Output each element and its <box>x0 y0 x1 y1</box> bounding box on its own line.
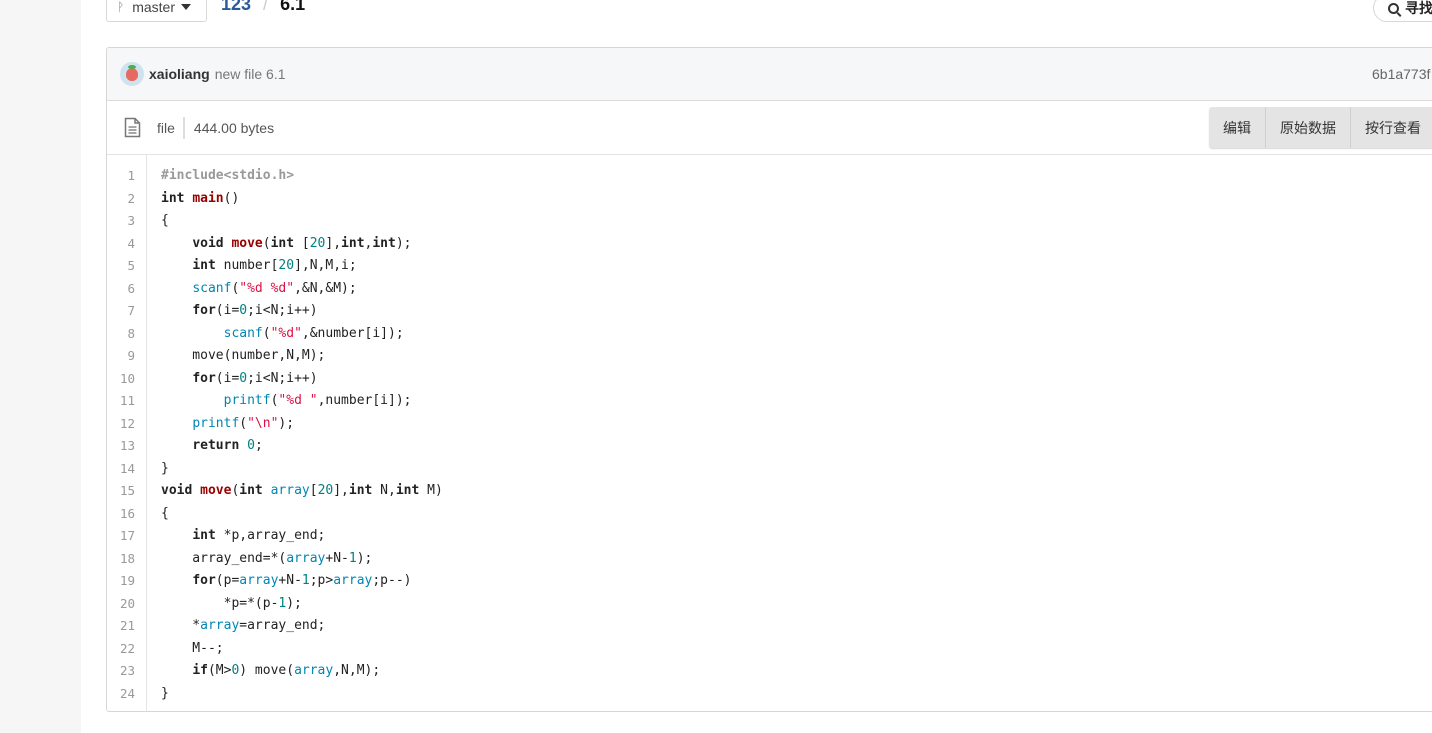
code-line: void move(int [20],int,int); <box>192 235 412 251</box>
line-number[interactable]: 9 <box>107 345 146 368</box>
caret-down-icon <box>181 4 191 10</box>
code-line: int *p,array_end; <box>192 528 326 543</box>
search-icon <box>1388 2 1399 14</box>
line-number[interactable]: 10 <box>107 368 146 391</box>
line-number[interactable]: 1 <box>107 165 146 188</box>
code-line: int number[20],N,M,i; <box>192 258 357 273</box>
code-line: *p=*(p-1); <box>161 595 302 611</box>
code-line: for(p=array+N-1;p>array;p--) <box>192 573 412 588</box>
code-line: } <box>161 685 169 701</box>
edit-button[interactable]: 编辑 <box>1209 107 1266 148</box>
avatar[interactable] <box>120 62 144 86</box>
line-number[interactable]: 14 <box>107 458 146 481</box>
line-number[interactable]: 19 <box>107 570 146 593</box>
code-line: printf("%d ",number[i]); <box>223 393 412 408</box>
line-number[interactable]: 21 <box>107 615 146 638</box>
line-number[interactable]: 13 <box>107 435 146 458</box>
commit-author[interactable]: xaioliang <box>149 66 210 82</box>
code-line: for(i=0;i<N;i++) <box>192 303 318 318</box>
line-number[interactable]: 7 <box>107 300 146 323</box>
code-area: 1 2 3 4 5 6 7 8 9 10 11 12 13 14 15 16 17 18 19 20 21 22 23 24 … <box>107 155 1432 711</box>
commit-message[interactable]: new file 6.1 <box>215 66 286 82</box>
branch-name: master <box>132 0 175 15</box>
breadcrumb-separator: / <box>263 0 269 14</box>
file-header: file 444.00 bytes 编辑 原始数据 按行查看 <box>107 101 1432 155</box>
line-numbers: 1 2 3 4 5 6 7 8 9 10 11 12 13 14 15 16 17 18 19 20 21 22 23 24 <box>107 155 147 711</box>
document-icon <box>124 117 141 138</box>
left-gutter <box>0 0 81 733</box>
line-number[interactable]: 23 <box>107 660 146 683</box>
line-number[interactable]: 16 <box>107 503 146 526</box>
line-number[interactable]: 15 <box>107 480 146 503</box>
breadcrumb-repo-link[interactable]: 123 <box>221 0 251 15</box>
line-number[interactable]: 17 <box>107 525 146 548</box>
line-number[interactable]: 5 <box>107 255 146 278</box>
code-line: printf("\n"); <box>192 415 295 431</box>
code-line: { <box>161 505 169 521</box>
line-number[interactable]: 20 <box>107 593 146 616</box>
code-line: void move(int array[20],int N,int M) <box>161 483 443 498</box>
line-number[interactable]: 22 <box>107 638 146 661</box>
line-number[interactable]: 3 <box>107 210 146 233</box>
search-button[interactable]: 寻找 <box>1373 0 1432 22</box>
breadcrumb: 123 / 6.1 <box>221 0 305 15</box>
code-line: scanf("%d",&number[i]); <box>223 325 404 341</box>
branch-icon: ᚹ <box>117 0 125 14</box>
file-actions: 编辑 原始数据 按行查看 <box>1209 107 1432 148</box>
code-line: array_end=*(array+N-1); <box>161 550 373 566</box>
line-number[interactable]: 4 <box>107 233 146 256</box>
line-number[interactable]: 12 <box>107 413 146 436</box>
line-number[interactable]: 2 <box>107 188 146 211</box>
file-type: file <box>157 116 185 139</box>
code-line: move(number,N,M); <box>161 348 326 363</box>
search-label: 寻找 <box>1405 0 1432 16</box>
code-line: scanf("%d %d",&N,&M); <box>192 280 357 296</box>
line-number[interactable]: 6 <box>107 278 146 301</box>
code-line: for(i=0;i<N;i++) <box>192 370 318 386</box>
strawberry-icon <box>126 64 138 81</box>
line-number[interactable]: 8 <box>107 323 146 346</box>
branch-selector[interactable]: ᚹ master <box>106 0 207 22</box>
file-size: 444.00 bytes <box>193 119 275 136</box>
code-line: M--; <box>161 640 224 656</box>
code-line: int main() <box>161 190 240 206</box>
code-line: *array=array_end; <box>161 618 326 633</box>
commit-sha[interactable]: 6b1a773f <box>1372 66 1430 82</box>
line-number[interactable]: 24 <box>107 683 146 706</box>
code-content: #include<stdio.h> int main() { void move(i… <box>147 155 443 711</box>
code-line: } <box>161 460 169 476</box>
code-line: #include<stdio.h> <box>161 168 295 183</box>
file-viewer: xaioliang new file 6.1 6b1a773f file 444… <box>106 47 1432 712</box>
line-number[interactable]: 18 <box>107 548 146 571</box>
code-line: { <box>161 213 169 228</box>
raw-button[interactable]: 原始数据 <box>1266 107 1351 148</box>
breadcrumb-file: 6.1 <box>280 0 306 14</box>
commit-bar: xaioliang new file 6.1 6b1a773f <box>107 48 1432 101</box>
blame-button[interactable]: 按行查看 <box>1351 107 1432 148</box>
code-line: return 0; <box>192 438 263 453</box>
line-number[interactable]: 11 <box>107 390 146 413</box>
code-line: if(M>0) move(array,N,M); <box>192 663 381 678</box>
